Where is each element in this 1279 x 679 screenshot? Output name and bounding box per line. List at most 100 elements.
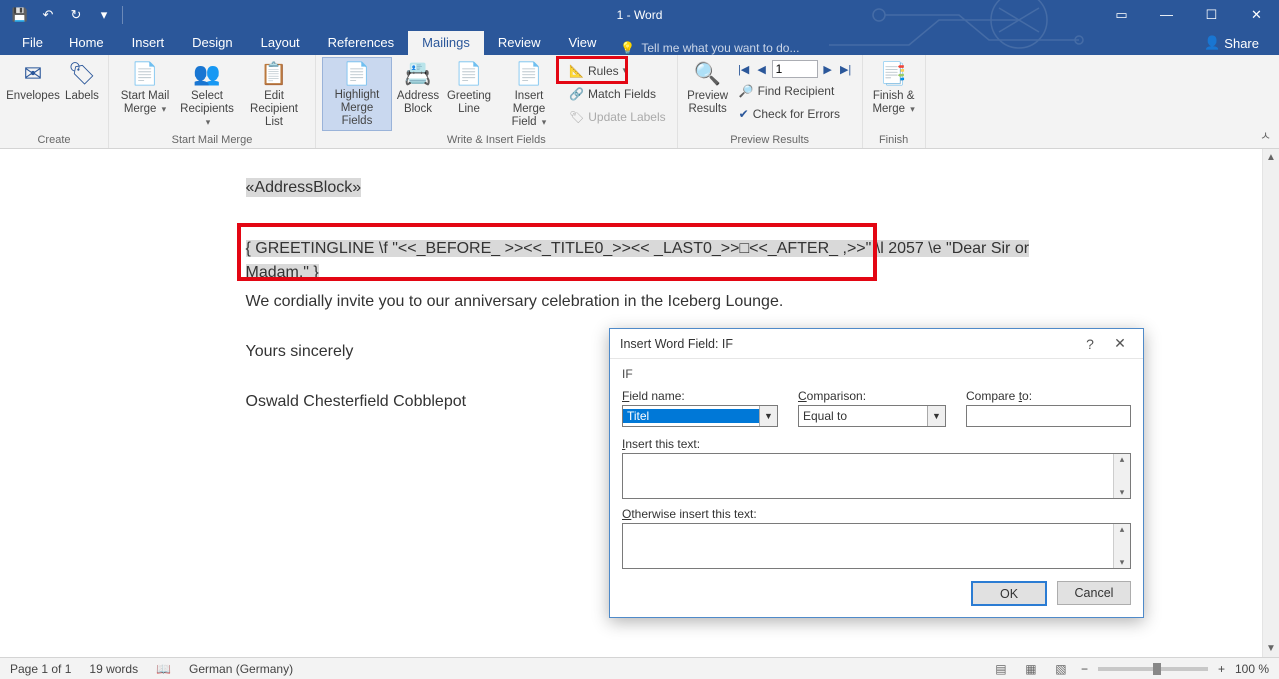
- insert-field-label: Insert Merge Field: [498, 90, 560, 129]
- tab-home[interactable]: Home: [55, 31, 118, 55]
- preview-results-button[interactable]: 🔍 Preview Results: [684, 57, 732, 131]
- insert-text-area[interactable]: ▴▾: [622, 453, 1131, 499]
- scroll-down-icon[interactable]: ▾: [1120, 557, 1125, 568]
- greeting-highlight-annotation: [237, 223, 877, 281]
- web-layout-icon[interactable]: ▧: [1051, 661, 1071, 677]
- print-layout-icon[interactable]: ▦: [1021, 661, 1041, 677]
- page-indicator[interactable]: Page 1 of 1: [10, 662, 71, 676]
- minimize-button[interactable]: —: [1144, 0, 1189, 29]
- tab-file[interactable]: File: [14, 31, 55, 55]
- otherwise-text-area[interactable]: ▴▾: [622, 523, 1131, 569]
- language-indicator[interactable]: German (Germany): [189, 662, 293, 676]
- merge-field-icon: 📄: [513, 60, 545, 88]
- ribbon-display-options-icon[interactable]: ▭: [1099, 0, 1144, 29]
- maximize-button[interactable]: ☐: [1189, 0, 1234, 29]
- ribbon: ✉ Envelopes 🏷 Labels Create 📄 Start Mail…: [0, 55, 1279, 149]
- edit-recipient-list-button[interactable]: 📋 Edit Recipient List: [239, 57, 309, 131]
- update-label: Update Labels: [588, 110, 665, 124]
- next-record-button[interactable]: ▶: [820, 60, 836, 78]
- window-title: 1 - Word: [617, 8, 663, 22]
- start-merge-label: Start Mail Merge: [121, 90, 170, 116]
- tab-insert[interactable]: Insert: [118, 31, 179, 55]
- start-mail-merge-button[interactable]: 📄 Start Mail Merge: [115, 57, 175, 131]
- tab-view[interactable]: View: [554, 31, 610, 55]
- select-recipients-label: Select Recipients: [179, 90, 235, 129]
- tab-layout[interactable]: Layout: [247, 31, 314, 55]
- share-icon: 👤: [1204, 35, 1220, 51]
- scroll-up-icon[interactable]: ▴: [1120, 524, 1125, 535]
- dialog-title: Insert Word Field: IF: [620, 337, 733, 351]
- read-mode-icon[interactable]: ▤: [991, 661, 1011, 677]
- tab-mailings[interactable]: Mailings: [408, 31, 484, 55]
- comparison-label: Comparison:: [798, 389, 946, 403]
- finish-merge-button[interactable]: 📑 Finish & Merge: [869, 57, 919, 131]
- tab-review[interactable]: Review: [484, 31, 555, 55]
- rules-label: Rules: [588, 64, 619, 78]
- chevron-down-icon[interactable]: ▼: [759, 406, 777, 426]
- prev-record-button[interactable]: ◀: [754, 60, 770, 78]
- zoom-in-button[interactable]: +: [1218, 662, 1225, 676]
- dialog-help-button[interactable]: ?: [1075, 336, 1105, 352]
- field-name-value: Titel: [623, 409, 759, 423]
- labels-label: Labels: [65, 90, 99, 103]
- labels-button[interactable]: 🏷 Labels: [62, 57, 102, 131]
- record-number-input[interactable]: [772, 60, 818, 78]
- quick-access-toolbar: 💾 ↶ ↻ ▾: [0, 3, 125, 27]
- match-icon: 🔗: [569, 87, 584, 101]
- tab-design[interactable]: Design: [178, 31, 246, 55]
- select-recipients-button[interactable]: 👥 Select Recipients: [177, 57, 237, 131]
- scroll-down-icon[interactable]: ▾: [1120, 487, 1125, 498]
- scroll-up-icon[interactable]: ▴: [1120, 454, 1125, 465]
- address-icon: 📇: [402, 60, 434, 88]
- zoom-out-button[interactable]: −: [1081, 662, 1088, 676]
- scroll-up-icon[interactable]: ▲: [1263, 149, 1279, 166]
- proofing-icon[interactable]: 📖: [156, 662, 171, 676]
- ok-button[interactable]: OK: [971, 581, 1047, 606]
- save-icon[interactable]: 💾: [8, 3, 32, 27]
- zoom-level[interactable]: 100 %: [1235, 662, 1269, 676]
- tab-references[interactable]: References: [314, 31, 408, 55]
- preview-icon: 🔍: [692, 60, 724, 88]
- highlight-merge-fields-button[interactable]: 📄 Highlight Merge Fields: [322, 57, 392, 131]
- update-labels-button: 🏷Update Labels: [566, 106, 669, 127]
- insert-merge-field-button[interactable]: 📄 Insert Merge Field: [496, 57, 562, 131]
- finish-icon: 📑: [878, 60, 910, 88]
- close-button[interactable]: ✕: [1234, 0, 1279, 29]
- scroll-down-icon[interactable]: ▼: [1263, 640, 1279, 657]
- dialog-title-bar[interactable]: Insert Word Field: IF ? ✕: [610, 329, 1143, 359]
- match-fields-button[interactable]: 🔗Match Fields: [566, 83, 669, 104]
- start-merge-icon: 📄: [129, 60, 161, 88]
- rules-button[interactable]: 📐Rules ▾: [566, 60, 669, 81]
- word-count[interactable]: 19 words: [89, 662, 138, 676]
- vertical-scrollbar[interactable]: ▲ ▼: [1262, 149, 1279, 657]
- compare-to-input[interactable]: [966, 405, 1131, 427]
- recipients-icon: 👥: [191, 60, 223, 88]
- field-name-combo[interactable]: Titel ▼: [622, 405, 778, 427]
- dialog-close-button[interactable]: ✕: [1105, 335, 1135, 352]
- address-block-button[interactable]: 📇 Address Block: [394, 57, 442, 131]
- check-errors-button[interactable]: ✔Check for Errors: [736, 103, 854, 124]
- body-paragraph[interactable]: We cordially invite you to our anniversa…: [246, 293, 1034, 311]
- dialog-section-label: IF: [622, 367, 1131, 381]
- redo-icon[interactable]: ↻: [64, 3, 88, 27]
- group-finish-label: Finish: [869, 134, 919, 148]
- record-navigation: |◀ ◀ ▶ ▶|: [736, 60, 854, 78]
- zoom-slider[interactable]: [1098, 667, 1208, 671]
- undo-icon[interactable]: ↶: [36, 3, 60, 27]
- finish-label: Finish & Merge: [872, 90, 914, 116]
- share-button[interactable]: 👤 Share: [1198, 31, 1265, 55]
- greeting-line-button[interactable]: 📄 Greeting Line: [444, 57, 494, 131]
- status-bar: Page 1 of 1 19 words 📖 German (Germany) …: [0, 657, 1279, 679]
- tell-me-search[interactable]: 💡 Tell me what you want to do...: [610, 41, 799, 55]
- first-record-button[interactable]: |◀: [736, 60, 752, 78]
- last-record-button[interactable]: ▶|: [838, 60, 854, 78]
- collapse-ribbon-icon[interactable]: ㅅ: [1260, 127, 1271, 144]
- comparison-combo[interactable]: Equal to ▼: [798, 405, 946, 427]
- envelopes-button[interactable]: ✉ Envelopes: [6, 57, 60, 131]
- find-icon: 🔎: [739, 84, 754, 98]
- customize-qat-icon[interactable]: ▾: [92, 3, 116, 27]
- address-block-field[interactable]: «AddressBlock»: [246, 178, 362, 197]
- find-recipient-button[interactable]: 🔎Find Recipient: [736, 80, 854, 101]
- cancel-button[interactable]: Cancel: [1057, 581, 1131, 605]
- chevron-down-icon[interactable]: ▼: [927, 406, 945, 426]
